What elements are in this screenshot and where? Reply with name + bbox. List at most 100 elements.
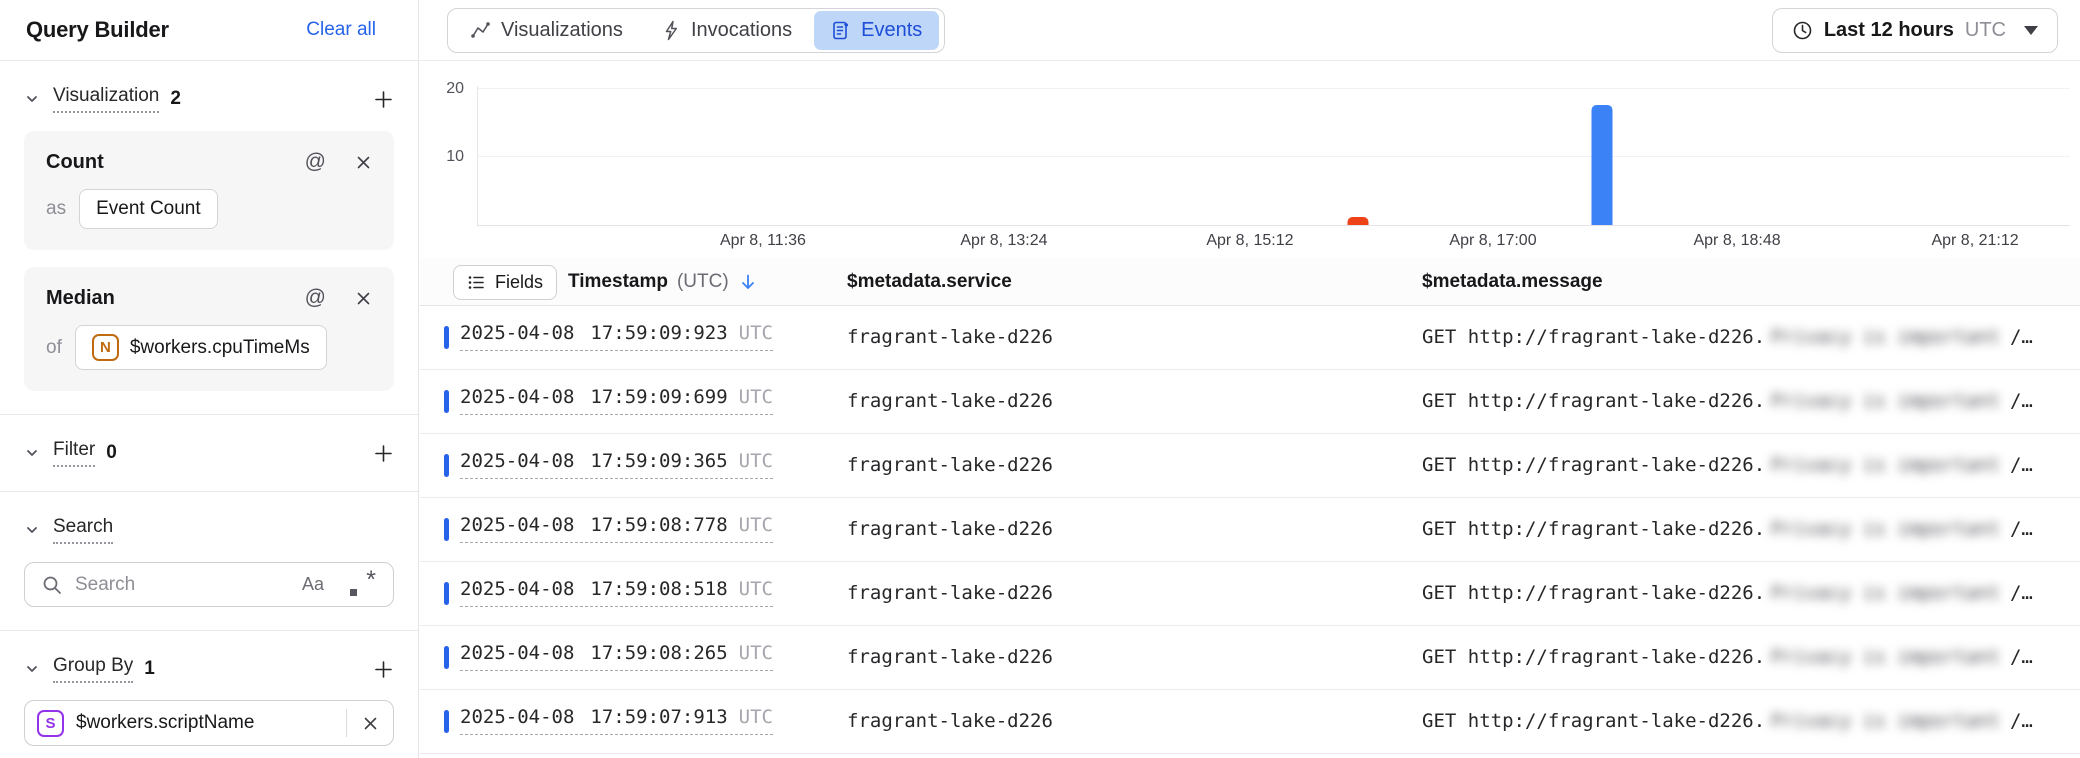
clock-icon	[1792, 20, 1813, 41]
close-icon[interactable]	[355, 290, 372, 307]
timestamp-cell[interactable]: 2025-04-0817:59:08:778UTC	[460, 514, 773, 543]
column-header-message[interactable]: $metadata.message	[1422, 271, 1603, 293]
event-count-chart: 1020 Apr 8, 11:36Apr 8, 13:24Apr 8, 15:1…	[420, 61, 2080, 258]
table-row[interactable]: 2025-04-0817:59:08:778UTC fragrant-lake-…	[420, 498, 2080, 562]
table-row[interactable]: 2025-04-0817:59:08:265UTC fragrant-lake-…	[420, 626, 2080, 690]
timestamp-date: 2025-04-08	[460, 450, 574, 472]
time-range-selector[interactable]: Last 12 hours UTC	[1772, 8, 2058, 53]
chevron-down-icon[interactable]	[24, 91, 40, 107]
timestamp-cell[interactable]: 2025-04-08 17:59:08:518 UTC	[460, 578, 773, 607]
message-redacted-blur: Privacy is important	[1771, 326, 2000, 348]
add-visualization-button[interactable]	[373, 89, 394, 110]
message-suffix: /…	[2010, 518, 2033, 540]
message-cell: GET http://fragrant-lake-d226.Privacy is…	[1422, 454, 2033, 476]
timestamp-date: 2025-04-08	[460, 578, 574, 600]
chevron-down-icon[interactable]	[24, 522, 40, 538]
timestamp-tz: UTC	[739, 450, 773, 472]
table-row[interactable]: 2025-04-0817:59:09:923UTC fragrant-lake-…	[420, 306, 2080, 370]
timestamp-cell[interactable]: 2025-04-0817:59:09:923UTC	[460, 322, 773, 351]
service-cell: fragrant-lake-d226	[847, 518, 1053, 540]
table-row[interactable]: 2025-04-0817:59:07:913UTC fragrant-lake-…	[420, 690, 2080, 754]
group-by-chip-label: $workers.scriptName	[76, 712, 254, 734]
search-placeholder: Search	[75, 574, 135, 596]
tab-invocations[interactable]: Invocations	[645, 11, 809, 50]
at-sign-icon[interactable]: @	[305, 286, 326, 310]
filter-count: 0	[106, 442, 117, 464]
service-header-label: $metadata.service	[847, 271, 1012, 293]
message-prefix: GET http://fragrant-lake-d226.	[1422, 518, 1765, 540]
message-prefix: GET http://fragrant-lake-d226.	[1422, 326, 1765, 348]
tab-label: Visualizations	[501, 19, 623, 42]
string-type-icon: S	[37, 710, 64, 737]
time-range-label: Last 12 hours	[1824, 19, 1954, 42]
divider	[0, 414, 418, 415]
column-header-timestamp[interactable]: Timestamp (UTC)	[568, 271, 757, 293]
timestamp-tz: UTC	[739, 578, 773, 600]
event-indicator-bar	[444, 710, 449, 733]
table-row[interactable]: 2025-04-0817:59:09:365UTC fragrant-lake-…	[420, 434, 2080, 498]
remove-group-by-button[interactable]	[347, 715, 393, 732]
regex-dot-icon	[350, 589, 357, 596]
timestamp-date: 2025-04-08	[460, 386, 574, 408]
lightning-icon	[662, 20, 681, 41]
close-icon[interactable]	[355, 154, 372, 171]
x-axis-tick-label: Apr 8, 21:12	[1931, 232, 2018, 250]
message-redacted-blur: Privacy is important	[1771, 390, 2000, 412]
chart-bar[interactable]	[1592, 105, 1613, 225]
timestamp-time: 17:59:08:518	[590, 578, 727, 600]
group-by-count: 1	[144, 658, 155, 680]
events-doc-icon	[831, 20, 851, 41]
message-cell: GET http://fragrant-lake-d226.Privacy is…	[1422, 646, 2033, 668]
search-section-label: Search	[53, 516, 113, 544]
message-redacted-blur: Privacy is important	[1771, 646, 2000, 668]
gridline	[478, 156, 2070, 157]
of-label: of	[46, 337, 62, 359]
column-header-service[interactable]: $metadata.service	[847, 271, 1012, 293]
chart-bar[interactable]	[1348, 217, 1369, 225]
service-cell: fragrant-lake-d226	[847, 454, 1053, 476]
timestamp-cell[interactable]: 2025-04-0817:59:08:265UTC	[460, 642, 773, 671]
divider	[0, 491, 418, 492]
sort-desc-icon[interactable]	[739, 273, 757, 291]
timestamp-time: 17:59:09:923	[590, 322, 727, 344]
tab-events[interactable]: Events	[814, 11, 939, 50]
timestamp-tz: UTC	[739, 706, 773, 728]
service-cell: fragrant-lake-d226	[847, 710, 1053, 732]
add-filter-button[interactable]	[373, 443, 394, 464]
group-by-chip[interactable]: S $workers.scriptName	[24, 700, 394, 746]
tab-visualizations[interactable]: Visualizations	[453, 11, 640, 50]
event-indicator-bar	[444, 326, 449, 349]
table-row[interactable]: 2025-04-0817:59:09:699UTC fragrant-lake-…	[420, 370, 2080, 434]
timestamp-cell[interactable]: 2025-04-0817:59:07:913UTC	[460, 706, 773, 735]
chevron-down-icon[interactable]	[24, 445, 40, 461]
message-suffix: /…	[2010, 326, 2033, 348]
cputimems-chip[interactable]: N $workers.cpuTimeMs	[75, 325, 327, 370]
message-prefix: GET http://fragrant-lake-d226.	[1422, 710, 1765, 732]
timestamp-header-tz: (UTC)	[677, 271, 729, 293]
message-suffix: /…	[2010, 390, 2033, 412]
app-window: Query Builder Clear all Visualization 2 …	[0, 0, 2080, 758]
search-input[interactable]: Search Aa *	[24, 562, 394, 607]
timestamp-time: 17:59:08:778	[590, 514, 727, 536]
message-redacted-blur: Privacy is important	[1771, 518, 2000, 540]
message-suffix: /…	[2010, 582, 2033, 604]
page-title: Query Builder	[26, 17, 169, 43]
chevron-down-icon[interactable]	[24, 661, 40, 677]
at-sign-icon[interactable]: @	[305, 150, 326, 174]
timestamp-cell[interactable]: 2025-04-0817:59:09:699UTC	[460, 386, 773, 415]
message-prefix: GET http://fragrant-lake-d226.	[1422, 582, 1765, 604]
regex-toggle[interactable]: *	[349, 573, 376, 597]
filter-section-label: Filter	[53, 439, 95, 467]
visualization-count: 2	[170, 88, 181, 110]
match-case-toggle[interactable]: Aa	[302, 574, 324, 595]
add-group-by-button[interactable]	[373, 659, 394, 680]
clear-all-link[interactable]: Clear all	[306, 19, 376, 41]
view-tab-group: Visualizations Invocations Events	[447, 8, 945, 53]
message-prefix: GET http://fragrant-lake-d226.	[1422, 454, 1765, 476]
timestamp-date: 2025-04-08	[460, 706, 574, 728]
timestamp-tz: UTC	[739, 642, 773, 664]
fields-button[interactable]: Fields	[453, 265, 557, 300]
table-row[interactable]: 2025-04-0817:59:08:518UTC fragrant-lake-…	[420, 562, 2080, 626]
event-count-chip[interactable]: Event Count	[79, 189, 218, 229]
timestamp-cell[interactable]: 2025-04-0817:59:09:365UTC	[460, 450, 773, 479]
